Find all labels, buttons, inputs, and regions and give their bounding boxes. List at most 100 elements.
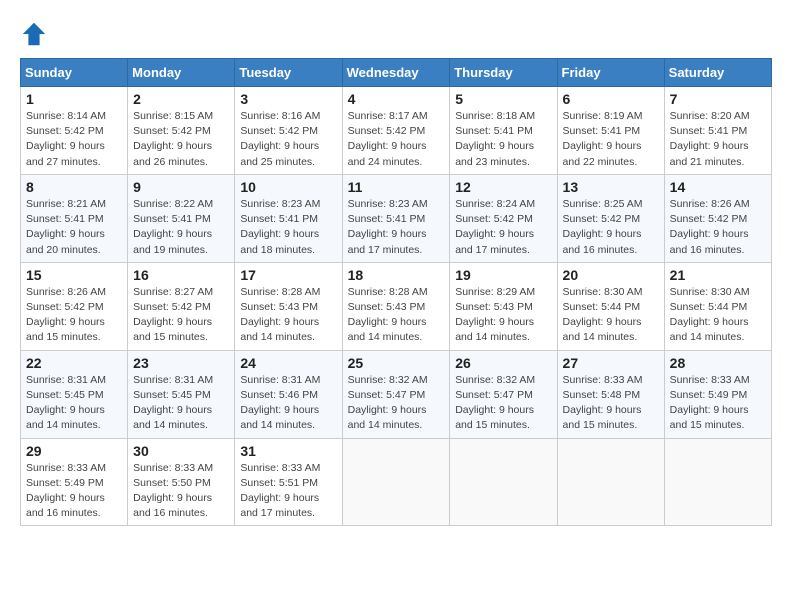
calendar-cell: 14 Sunrise: 8:26 AMSunset: 5:42 PMDayligh… [664, 174, 771, 262]
day-info: Sunrise: 8:33 AMSunset: 5:48 PMDaylight:… [563, 373, 659, 434]
calendar-cell: 24Sunrise: 8:31 AMSunset: 5:46 PMDayligh… [235, 350, 342, 438]
calendar-cell: 17 Sunrise: 8:28 AMSunset: 5:43 PMDayligh… [235, 262, 342, 350]
day-number: 25 [348, 355, 445, 371]
weekday-header-row: SundayMondayTuesdayWednesdayThursdayFrid… [21, 59, 772, 87]
day-info: Sunrise: 8:33 AMSunset: 5:49 PMDaylight:… [26, 461, 122, 522]
day-number: 12 [455, 179, 551, 195]
calendar-cell: 15 Sunrise: 8:26 AMSunset: 5:42 PMDayligh… [21, 262, 128, 350]
day-number: 7 [670, 91, 766, 107]
calendar-cell: 27 Sunrise: 8:33 AMSunset: 5:48 PMDayligh… [557, 350, 664, 438]
calendar-cell: 28 Sunrise: 8:33 AMSunset: 5:49 PMDayligh… [664, 350, 771, 438]
calendar-cell: 4 Sunrise: 8:17 AMSunset: 5:42 PMDaylight… [342, 87, 450, 175]
weekday-header-friday: Friday [557, 59, 664, 87]
logo [20, 20, 52, 48]
day-info: Sunrise: 8:14 AMSunset: 5:42 PMDaylight:… [26, 109, 122, 170]
day-number: 14 [670, 179, 766, 195]
day-number: 11 [348, 179, 445, 195]
day-number: 20 [563, 267, 659, 283]
day-number: 29 [26, 443, 122, 459]
calendar-week-3: 15 Sunrise: 8:26 AMSunset: 5:42 PMDayligh… [21, 262, 772, 350]
day-info: Sunrise: 8:23 AMSunset: 5:41 PMDaylight:… [348, 197, 445, 258]
calendar-cell: 18 Sunrise: 8:28 AMSunset: 5:43 PMDayligh… [342, 262, 450, 350]
day-info: Sunrise: 8:18 AMSunset: 5:41 PMDaylight:… [455, 109, 551, 170]
day-number: 9 [133, 179, 229, 195]
day-number: 31 [240, 443, 336, 459]
day-number: 18 [348, 267, 445, 283]
day-info: Sunrise: 8:32 AMSunset: 5:47 PMDaylight:… [348, 373, 445, 434]
day-info: Sunrise: 8:30 AMSunset: 5:44 PMDaylight:… [563, 285, 659, 346]
day-number: 30 [133, 443, 229, 459]
day-number: 10 [240, 179, 336, 195]
day-number: 17 [240, 267, 336, 283]
page-header [20, 20, 772, 48]
day-info: Sunrise: 8:26 AMSunset: 5:42 PMDaylight:… [670, 197, 766, 258]
day-info: Sunrise: 8:17 AMSunset: 5:42 PMDaylight:… [348, 109, 445, 170]
calendar-cell: 9 Sunrise: 8:22 AMSunset: 5:41 PMDaylight… [128, 174, 235, 262]
day-number: 28 [670, 355, 766, 371]
day-info: Sunrise: 8:27 AMSunset: 5:42 PMDaylight:… [133, 285, 229, 346]
day-info: Sunrise: 8:15 AMSunset: 5:42 PMDaylight:… [133, 109, 229, 170]
day-number: 26 [455, 355, 551, 371]
calendar-cell [450, 438, 557, 526]
calendar-cell: 13Sunrise: 8:25 AMSunset: 5:42 PMDayligh… [557, 174, 664, 262]
calendar-cell [342, 438, 450, 526]
calendar-cell: 12Sunrise: 8:24 AMSunset: 5:42 PMDayligh… [450, 174, 557, 262]
day-info: Sunrise: 8:21 AMSunset: 5:41 PMDaylight:… [26, 197, 122, 258]
day-number: 2 [133, 91, 229, 107]
day-info: Sunrise: 8:22 AMSunset: 5:41 PMDaylight:… [133, 197, 229, 258]
day-number: 22 [26, 355, 122, 371]
calendar-cell [557, 438, 664, 526]
day-number: 27 [563, 355, 659, 371]
day-number: 15 [26, 267, 122, 283]
calendar-cell: 8Sunrise: 8:21 AMSunset: 5:41 PMDaylight… [21, 174, 128, 262]
day-number: 24 [240, 355, 336, 371]
calendar-table: SundayMondayTuesdayWednesdayThursdayFrid… [20, 58, 772, 526]
calendar-week-2: 8Sunrise: 8:21 AMSunset: 5:41 PMDaylight… [21, 174, 772, 262]
day-info: Sunrise: 8:33 AMSunset: 5:50 PMDaylight:… [133, 461, 229, 522]
weekday-header-thursday: Thursday [450, 59, 557, 87]
calendar-cell: 25 Sunrise: 8:32 AMSunset: 5:47 PMDayligh… [342, 350, 450, 438]
day-number: 16 [133, 267, 229, 283]
calendar-week-4: 22Sunrise: 8:31 AMSunset: 5:45 PMDayligh… [21, 350, 772, 438]
day-info: Sunrise: 8:20 AMSunset: 5:41 PMDaylight:… [670, 109, 766, 170]
weekday-header-tuesday: Tuesday [235, 59, 342, 87]
calendar-cell: 3Sunrise: 8:16 AMSunset: 5:42 PMDaylight… [235, 87, 342, 175]
day-info: Sunrise: 8:26 AMSunset: 5:42 PMDaylight:… [26, 285, 122, 346]
day-number: 23 [133, 355, 229, 371]
logo-icon [20, 20, 48, 48]
day-info: Sunrise: 8:30 AMSunset: 5:44 PMDaylight:… [670, 285, 766, 346]
day-info: Sunrise: 8:23 AMSunset: 5:41 PMDaylight:… [240, 197, 336, 258]
day-number: 1 [26, 91, 122, 107]
weekday-header-monday: Monday [128, 59, 235, 87]
calendar-cell: 21Sunrise: 8:30 AMSunset: 5:44 PMDayligh… [664, 262, 771, 350]
calendar-cell: 29 Sunrise: 8:33 AMSunset: 5:49 PMDayligh… [21, 438, 128, 526]
day-info: Sunrise: 8:28 AMSunset: 5:43 PMDaylight:… [240, 285, 336, 346]
day-info: Sunrise: 8:33 AMSunset: 5:51 PMDaylight:… [240, 461, 336, 522]
calendar-cell: 10 Sunrise: 8:23 AMSunset: 5:41 PMDayligh… [235, 174, 342, 262]
calendar-cell: 6Sunrise: 8:19 AMSunset: 5:41 PMDaylight… [557, 87, 664, 175]
calendar-cell: 20 Sunrise: 8:30 AMSunset: 5:44 PMDayligh… [557, 262, 664, 350]
weekday-header-saturday: Saturday [664, 59, 771, 87]
calendar-week-5: 29 Sunrise: 8:33 AMSunset: 5:49 PMDayligh… [21, 438, 772, 526]
calendar-cell [664, 438, 771, 526]
calendar-cell: 5Sunrise: 8:18 AMSunset: 5:41 PMDaylight… [450, 87, 557, 175]
weekday-header-wednesday: Wednesday [342, 59, 450, 87]
day-number: 13 [563, 179, 659, 195]
calendar-cell: 22Sunrise: 8:31 AMSunset: 5:45 PMDayligh… [21, 350, 128, 438]
calendar-cell: 11 Sunrise: 8:23 AMSunset: 5:41 PMDayligh… [342, 174, 450, 262]
calendar-cell: 23Sunrise: 8:31 AMSunset: 5:45 PMDayligh… [128, 350, 235, 438]
calendar-cell: 19 Sunrise: 8:29 AMSunset: 5:43 PMDayligh… [450, 262, 557, 350]
calendar-cell: 30 Sunrise: 8:33 AMSunset: 5:50 PMDayligh… [128, 438, 235, 526]
day-info: Sunrise: 8:33 AMSunset: 5:49 PMDaylight:… [670, 373, 766, 434]
calendar-cell: 16 Sunrise: 8:27 AMSunset: 5:42 PMDayligh… [128, 262, 235, 350]
calendar-cell: 1 Sunrise: 8:14 AMSunset: 5:42 PMDaylight… [21, 87, 128, 175]
calendar-cell: 2 Sunrise: 8:15 AMSunset: 5:42 PMDaylight… [128, 87, 235, 175]
day-number: 19 [455, 267, 551, 283]
calendar-cell: 7 Sunrise: 8:20 AMSunset: 5:41 PMDaylight… [664, 87, 771, 175]
day-number: 6 [563, 91, 659, 107]
day-number: 4 [348, 91, 445, 107]
day-info: Sunrise: 8:32 AMSunset: 5:47 PMDaylight:… [455, 373, 551, 434]
calendar-cell: 26 Sunrise: 8:32 AMSunset: 5:47 PMDayligh… [450, 350, 557, 438]
day-info: Sunrise: 8:29 AMSunset: 5:43 PMDaylight:… [455, 285, 551, 346]
day-info: Sunrise: 8:28 AMSunset: 5:43 PMDaylight:… [348, 285, 445, 346]
